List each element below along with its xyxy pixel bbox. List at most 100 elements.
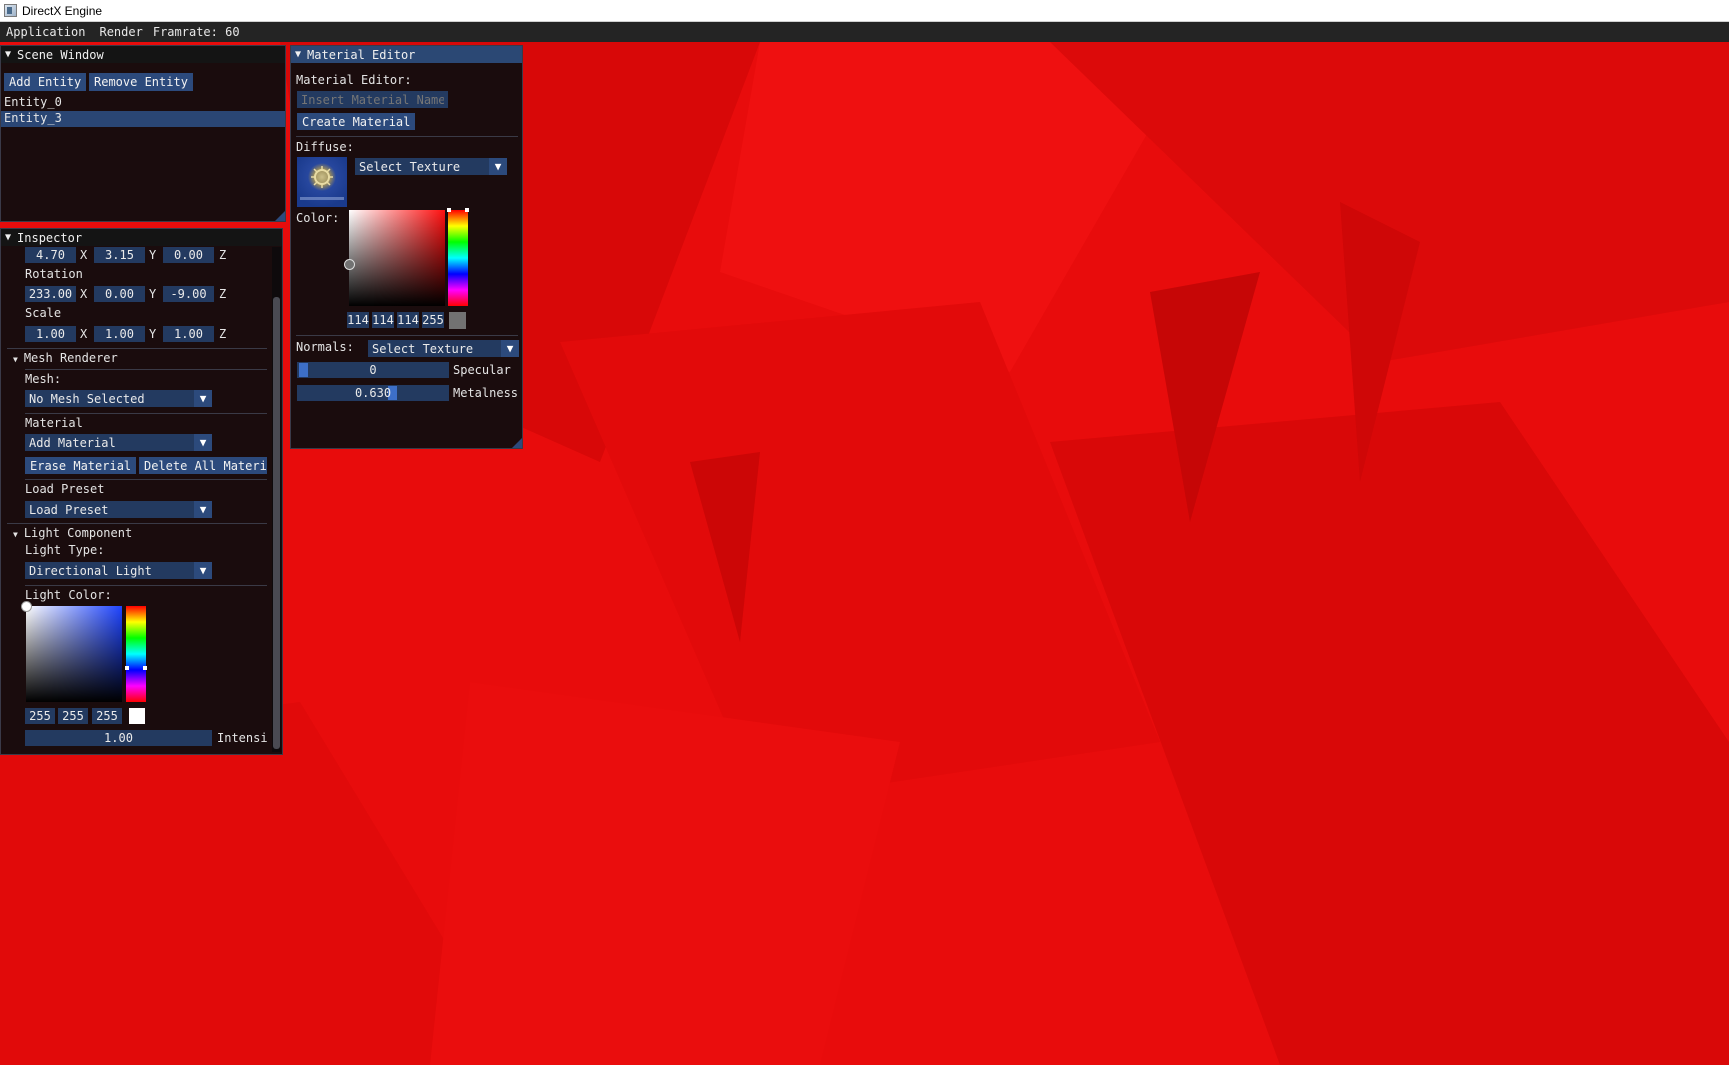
resize-grip-icon[interactable]	[512, 438, 522, 448]
light-color-sv-square[interactable]	[26, 606, 122, 702]
light-green-field[interactable]: 255	[58, 708, 88, 724]
chevron-down-icon[interactable]: ▼	[194, 390, 212, 407]
load-preset-select[interactable]: Load Preset ▼	[25, 501, 212, 518]
inspector-scrollbar-thumb[interactable]	[273, 297, 280, 749]
intensity-label: Intensi	[217, 731, 267, 745]
material-color-sv-square[interactable]	[349, 210, 445, 306]
light-hue-bar[interactable]	[126, 606, 146, 702]
specular-slider[interactable]: 0	[297, 362, 449, 378]
axis-x-label: X	[80, 287, 88, 301]
light-type-label: Light Type:	[25, 543, 105, 557]
remove-entity-button[interactable]: Remove Entity	[89, 73, 193, 91]
collapse-arrow-icon[interactable]: ▼	[295, 49, 301, 60]
specular-value: 0	[369, 363, 377, 377]
entity-list-item[interactable]: Entity_0	[4, 95, 284, 111]
axis-y-label: Y	[149, 248, 157, 262]
divider	[25, 369, 267, 370]
diffuse-texture-value: Select Texture	[359, 159, 461, 174]
metalness-label: Metalness	[453, 386, 519, 400]
framerate-readout: Framrate: 60	[152, 25, 240, 39]
scene-shape	[430, 682, 900, 1065]
chevron-down-icon[interactable]: ▼	[194, 501, 212, 518]
specular-slider-grab[interactable]	[299, 363, 308, 377]
material-name-input[interactable]	[297, 91, 448, 108]
material-color-picker-handle[interactable]	[344, 259, 355, 270]
axis-z-label: Z	[219, 327, 227, 341]
divider	[25, 413, 267, 414]
light-color-preview[interactable]	[129, 708, 145, 724]
light-component-header[interactable]: ▼ Light Component	[13, 526, 132, 540]
scale-x-field[interactable]: 1.00	[25, 326, 76, 342]
material-blue-field[interactable]: 114	[397, 312, 419, 328]
collapse-arrow-icon[interactable]: ▼	[13, 530, 18, 539]
light-red-field[interactable]: 255	[25, 708, 55, 724]
light-hue-marker-icon[interactable]	[125, 666, 147, 670]
divider	[25, 585, 267, 586]
position-y-field[interactable]: 3.15	[94, 247, 145, 263]
axis-y-label: Y	[149, 327, 157, 341]
chevron-down-icon[interactable]: ▼	[194, 562, 212, 579]
axis-x-label: X	[80, 248, 88, 262]
scale-z-field[interactable]: 1.00	[163, 326, 214, 342]
mesh-select[interactable]: No Mesh Selected ▼	[25, 390, 212, 407]
window-titlebar: DirectX Engine	[0, 0, 1729, 22]
axis-x-label: X	[80, 327, 88, 341]
scale-y-field[interactable]: 1.00	[94, 326, 145, 342]
light-type-value: Directional Light	[29, 563, 152, 578]
create-material-button[interactable]: Create Material	[297, 113, 416, 130]
material-select[interactable]: Add Material ▼	[25, 434, 212, 451]
material-red-field[interactable]: 114	[347, 312, 369, 328]
material-select-value: Add Material	[29, 435, 116, 450]
axis-z-label: Z	[219, 248, 227, 262]
inspector-scrollbar[interactable]	[272, 247, 281, 752]
menubar: Application Render Framrate: 60	[0, 22, 1729, 42]
menu-render[interactable]: Render	[99, 25, 142, 39]
light-color-label: Light Color:	[25, 588, 112, 602]
scene-window-header[interactable]: ▼ Scene Window	[1, 46, 285, 63]
axis-z-label: Z	[219, 287, 227, 301]
chevron-down-icon[interactable]: ▼	[194, 434, 212, 451]
chevron-down-icon[interactable]: ▼	[501, 340, 519, 357]
collapse-arrow-icon[interactable]: ▼	[5, 49, 11, 60]
rotation-z-field[interactable]: -9.00	[163, 286, 214, 302]
scene-window: ▼ Scene Window Add Entity Remove Entity …	[0, 45, 286, 222]
inspector-title: Inspector	[17, 230, 83, 245]
material-editor-header[interactable]: ▼ Material Editor	[291, 46, 522, 63]
material-alpha-field[interactable]: 255	[422, 312, 444, 328]
light-color-picker-handle[interactable]	[21, 601, 32, 612]
inspector-header[interactable]: ▼ Inspector	[1, 229, 282, 246]
light-blue-field[interactable]: 255	[92, 708, 122, 724]
rotation-y-field[interactable]: 0.00	[94, 286, 145, 302]
diffuse-texture-select[interactable]: Select Texture ▼	[355, 158, 507, 175]
entity-list-item-selected[interactable]: Entity_3	[1, 111, 285, 127]
chevron-down-icon[interactable]: ▼	[489, 158, 507, 175]
position-x-field[interactable]: 4.70	[25, 247, 76, 263]
material-hue-bar[interactable]	[448, 210, 468, 306]
resize-grip-icon[interactable]	[275, 211, 285, 221]
metalness-slider[interactable]: 0.630	[297, 385, 449, 401]
load-preset-label: Load Preset	[25, 482, 105, 496]
specular-label: Specular	[453, 363, 511, 377]
app-icon	[4, 4, 17, 17]
add-entity-button[interactable]: Add Entity	[4, 73, 87, 91]
material-color-preview[interactable]	[449, 312, 466, 329]
load-preset-value: Load Preset	[29, 502, 109, 517]
collapse-arrow-icon[interactable]: ▼	[5, 232, 11, 243]
light-type-select[interactable]: Directional Light ▼	[25, 562, 212, 579]
light-intensity-slider[interactable]: 1.00	[25, 730, 212, 746]
color-label: Color:	[296, 211, 340, 225]
mesh-renderer-header[interactable]: ▼ Mesh Renderer	[13, 351, 118, 365]
divider	[296, 136, 518, 137]
rotation-x-field[interactable]: 233.00	[25, 286, 76, 302]
menu-application[interactable]: Application	[6, 25, 85, 39]
normals-texture-select[interactable]: Select Texture ▼	[368, 340, 519, 357]
erase-material-button[interactable]: Erase Material	[25, 457, 137, 474]
material-green-field[interactable]: 114	[372, 312, 394, 328]
diffuse-texture-thumbnail[interactable]	[297, 157, 347, 207]
position-z-field[interactable]: 0.00	[163, 247, 214, 263]
material-hue-marker-icon[interactable]	[447, 208, 469, 212]
diffuse-label: Diffuse:	[296, 140, 354, 154]
mesh-renderer-title: Mesh Renderer	[23, 351, 118, 365]
delete-all-materials-button[interactable]: Delete All Materia	[139, 457, 267, 474]
collapse-arrow-icon[interactable]: ▼	[13, 355, 18, 364]
